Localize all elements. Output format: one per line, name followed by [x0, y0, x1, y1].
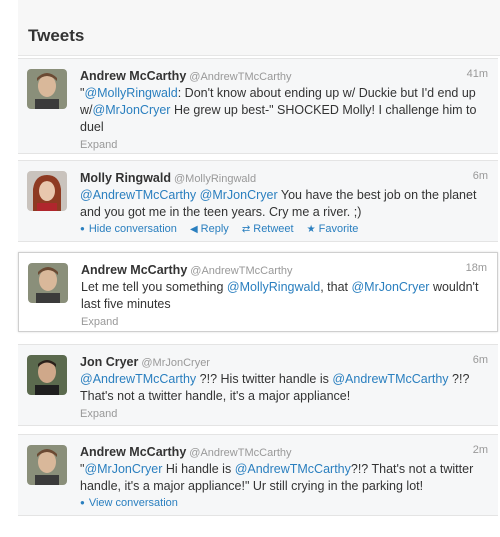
mention-link[interactable]: @MrJonCryer — [351, 280, 429, 294]
author-handle[interactable]: @AndrewTMcCarthy — [189, 71, 291, 83]
tweet-item[interactable]: Andrew McCarthy @AndrewTMcCarthy 2m "@MrJ… — [18, 434, 498, 516]
mention-link[interactable]: @MollyRingwald — [84, 86, 177, 100]
mention-link[interactable]: @AndrewTMcCarthy — [332, 372, 448, 386]
star-icon: ★ — [306, 224, 316, 235]
tweet-item[interactable]: Andrew McCarthy @AndrewTMcCarthy 41m "@Mo… — [18, 58, 498, 154]
author-handle[interactable]: @MollyRingwald — [174, 173, 256, 185]
mention-link[interactable]: @AndrewTMcCarthy — [235, 462, 351, 476]
reply-button[interactable]: ◀ Reply — [190, 223, 229, 235]
tweet-text-segment: Let me tell you something — [81, 280, 227, 294]
mention-link[interactable]: @AndrewTMcCarthy — [80, 372, 196, 386]
timestamp[interactable]: 6m — [473, 170, 488, 182]
avatar[interactable] — [27, 171, 67, 211]
author-handle[interactable]: @AndrewTMcCarthy — [190, 265, 292, 277]
reply-arrow-icon: ◀ — [189, 224, 198, 235]
mention-link[interactable]: @MollyRingwald — [227, 280, 320, 294]
tweet-text-segment: Hi handle is — [162, 462, 235, 476]
favorite-button[interactable]: ★ Favorite — [307, 223, 359, 235]
avatar[interactable] — [27, 69, 67, 109]
tweet-text: @AndrewTMcCarthy ?!? His twitter handle … — [80, 371, 488, 405]
tweet-item[interactable]: Molly Ringwald @MollyRingwald 6m @AndrewT… — [18, 160, 498, 242]
author-name[interactable]: Molly Ringwald — [80, 171, 171, 185]
mention-link[interactable]: @AndrewTMcCarthy — [80, 188, 196, 202]
timeline-header: Tweets — [18, 0, 500, 56]
timestamp[interactable]: 18m — [466, 262, 487, 274]
avatar[interactable] — [27, 355, 67, 395]
author-handle[interactable]: @AndrewTMcCarthy — [189, 447, 291, 459]
page-title: Tweets — [28, 26, 85, 45]
mention-link[interactable]: @MrJonCryer — [200, 188, 278, 202]
tweet-text-segment: ?!? His twitter handle is — [196, 372, 333, 386]
hide-conversation-link[interactable]: ● Hide conversation — [80, 223, 177, 235]
tweet-text: Let me tell you something @MollyRingwald… — [81, 279, 487, 313]
bullet-dot-icon: ● — [80, 498, 85, 507]
timestamp[interactable]: 6m — [473, 354, 488, 366]
author-name[interactable]: Andrew McCarthy — [80, 445, 186, 459]
tweet-text: "@MrJonCryer Hi handle is @AndrewTMcCart… — [80, 461, 488, 495]
author-name[interactable]: Jon Cryer — [80, 355, 138, 369]
view-conversation-link[interactable]: ● View conversation — [80, 497, 178, 509]
expand-link[interactable]: Expand — [80, 139, 488, 151]
author-handle[interactable]: @MrJonCryer — [141, 357, 210, 369]
tweet-text: "@MollyRingwald: Don't know about ending… — [80, 85, 488, 136]
timestamp[interactable]: 2m — [473, 444, 488, 456]
tweet-item-focused[interactable]: Andrew McCarthy @AndrewTMcCarthy 18m Let … — [18, 252, 498, 332]
expand-link[interactable]: Expand — [81, 316, 487, 328]
bullet-dot-icon: ● — [80, 224, 85, 233]
tweet-text: @AndrewTMcCarthy @MrJonCryer You have th… — [80, 187, 488, 221]
retweet-button[interactable]: ⇄ Retweet — [242, 223, 294, 235]
avatar[interactable] — [27, 445, 67, 485]
author-name[interactable]: Andrew McCarthy — [81, 263, 187, 277]
timestamp[interactable]: 41m — [467, 68, 488, 80]
tweet-actions: ● View conversation — [80, 497, 488, 509]
tweet-actions: ● Hide conversation ◀ Reply ⇄ Retweet ★ Favo… — [80, 223, 488, 235]
retweet-icon: ⇄ — [241, 224, 251, 235]
tweet-item[interactable]: Jon Cryer @MrJonCryer 6m @AndrewTMcCarthy… — [18, 344, 498, 426]
mention-link[interactable]: @MrJonCryer — [93, 103, 171, 117]
avatar[interactable] — [28, 263, 68, 303]
author-name[interactable]: Andrew McCarthy — [80, 69, 186, 83]
expand-link[interactable]: Expand — [80, 408, 488, 420]
mention-link[interactable]: @MrJonCryer — [84, 462, 162, 476]
tweet-text-segment: , that — [320, 280, 352, 294]
